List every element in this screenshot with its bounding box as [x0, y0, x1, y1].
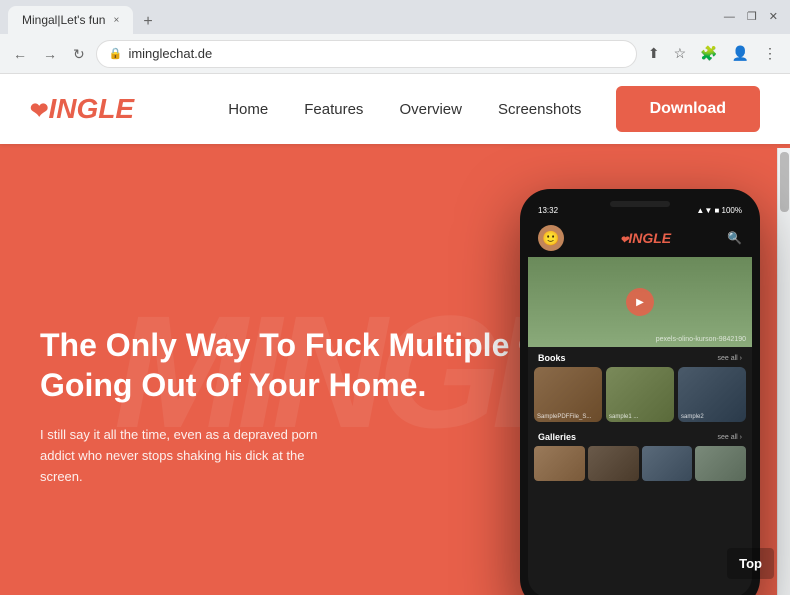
gallery-thumb-1 — [534, 446, 585, 481]
thumb-label-1: SamplePDFFile_S... — [537, 414, 591, 420]
back-btn[interactable]: ← — [8, 43, 32, 65]
hero-subtitle: I still say it all the time, even as a d… — [40, 425, 350, 487]
browser-tabs: Mingal|Let's fun × + — [8, 0, 161, 34]
toolbar-icons: ⬆ ☆ 🧩 👤 ⋮ — [643, 41, 782, 66]
top-button[interactable]: Top — [727, 548, 774, 579]
gallery-thumb-3 — [642, 446, 693, 481]
nav-screenshots[interactable]: Screenshots — [498, 101, 581, 118]
extensions-icon[interactable]: 🧩 — [695, 41, 722, 66]
thumb-label-2: sample1 ... — [609, 414, 638, 420]
logo-text: ❤INGLE — [30, 93, 134, 125]
thumb-label-3: sample2 — [681, 414, 704, 420]
menu-icon[interactable]: ⋮ — [758, 41, 782, 66]
window-controls: — ❐ ✕ — [724, 12, 782, 23]
bookmark-icon[interactable]: ☆ — [669, 41, 692, 66]
forward-btn[interactable]: → — [38, 43, 62, 65]
scrollbar-thumb[interactable] — [780, 152, 789, 212]
phone-galleries-header: Galleries see all › — [528, 428, 752, 446]
browser-frame: Mingal|Let's fun × + — ❐ ✕ ← → ↻ 🔒 iming… — [0, 0, 790, 595]
site-logo: ❤INGLE — [30, 93, 134, 125]
reload-btn[interactable]: ↻ — [68, 43, 90, 65]
phone-books-header: Books see all › — [528, 347, 752, 367]
gallery-thumb-2 — [588, 446, 639, 481]
phone-app-header: 🙂 ❤INGLE 🔍 — [528, 219, 752, 257]
restore-btn[interactable]: ❐ — [747, 12, 757, 23]
phone-thumb-1: SamplePDFFile_S... — [534, 367, 602, 422]
phone-outer: 13:32 ▲▼ ■ 100% 🙂 ❤INGLE 🔍 — [520, 189, 760, 595]
phone-mockup: 13:32 ▲▼ ■ 100% 🙂 ❤INGLE 🔍 — [520, 189, 760, 595]
scrollbar-track[interactable] — [777, 148, 790, 595]
phone-screen: 13:32 ▲▼ ■ 100% 🙂 ❤INGLE 🔍 — [528, 201, 752, 595]
new-tab-btn[interactable]: + — [135, 10, 160, 34]
phone-galleries-title: Galleries — [538, 432, 576, 442]
hero-section: MINGLE The Only Way To Fuck Multiple Gir… — [0, 144, 790, 595]
phone-signal: ▲▼ ■ 100% — [696, 206, 742, 215]
nav-links: Home Features Overview Screenshots — [194, 101, 616, 118]
browser-titlebar: Mingal|Let's fun × + — ❐ ✕ — [0, 0, 790, 34]
active-tab[interactable]: Mingal|Let's fun × — [8, 6, 133, 34]
gallery-thumb-4 — [695, 446, 746, 481]
url-text: iminglechat.de — [128, 46, 212, 61]
nav-features[interactable]: Features — [304, 101, 363, 118]
profile-icon[interactable]: 👤 — [727, 41, 754, 66]
phone-galleries-row — [528, 446, 752, 481]
download-button[interactable]: Download — [616, 86, 760, 132]
nav-overview[interactable]: Overview — [399, 101, 462, 118]
play-button: ▶ — [626, 288, 654, 316]
phone-books-title: Books — [538, 353, 566, 363]
site-navbar: ❤INGLE Home Features Overview Screenshot… — [0, 74, 790, 144]
phone-books-grid: SamplePDFFile_S... sample1 ... sample2 — [528, 367, 752, 428]
phone-video-thumb: ▶ pexels-olino-kurson-9842190 — [528, 257, 752, 347]
phone-galleries-see-all[interactable]: see all › — [717, 434, 742, 441]
phone-time: 13:32 — [538, 206, 558, 215]
share-icon[interactable]: ⬆ — [643, 41, 665, 66]
tab-title: Mingal|Let's fun — [22, 13, 105, 27]
lock-icon: 🔒 — [109, 47, 123, 60]
close-btn[interactable]: ✕ — [769, 12, 778, 23]
phone-books-see-all[interactable]: see all › — [717, 355, 742, 362]
video-label: pexels-olino-kurson-9842190 — [656, 336, 746, 343]
phone-avatar: 🙂 — [538, 225, 564, 251]
page-content: ❤INGLE Home Features Overview Screenshot… — [0, 74, 790, 595]
phone-notch — [610, 201, 670, 207]
browser-toolbar: ← → ↻ 🔒 iminglechat.de ⬆ ☆ 🧩 👤 ⋮ — [0, 34, 790, 74]
nav-home[interactable]: Home — [228, 101, 268, 118]
minimize-btn[interactable]: — — [724, 12, 735, 23]
phone-logo: ❤INGLE — [620, 230, 671, 246]
phone-thumb-2: sample1 ... — [606, 367, 674, 422]
tab-close-btn[interactable]: × — [113, 15, 119, 26]
phone-thumb-3: sample2 — [678, 367, 746, 422]
address-bar[interactable]: 🔒 iminglechat.de — [96, 40, 637, 68]
phone-search-icon: 🔍 — [727, 231, 742, 245]
